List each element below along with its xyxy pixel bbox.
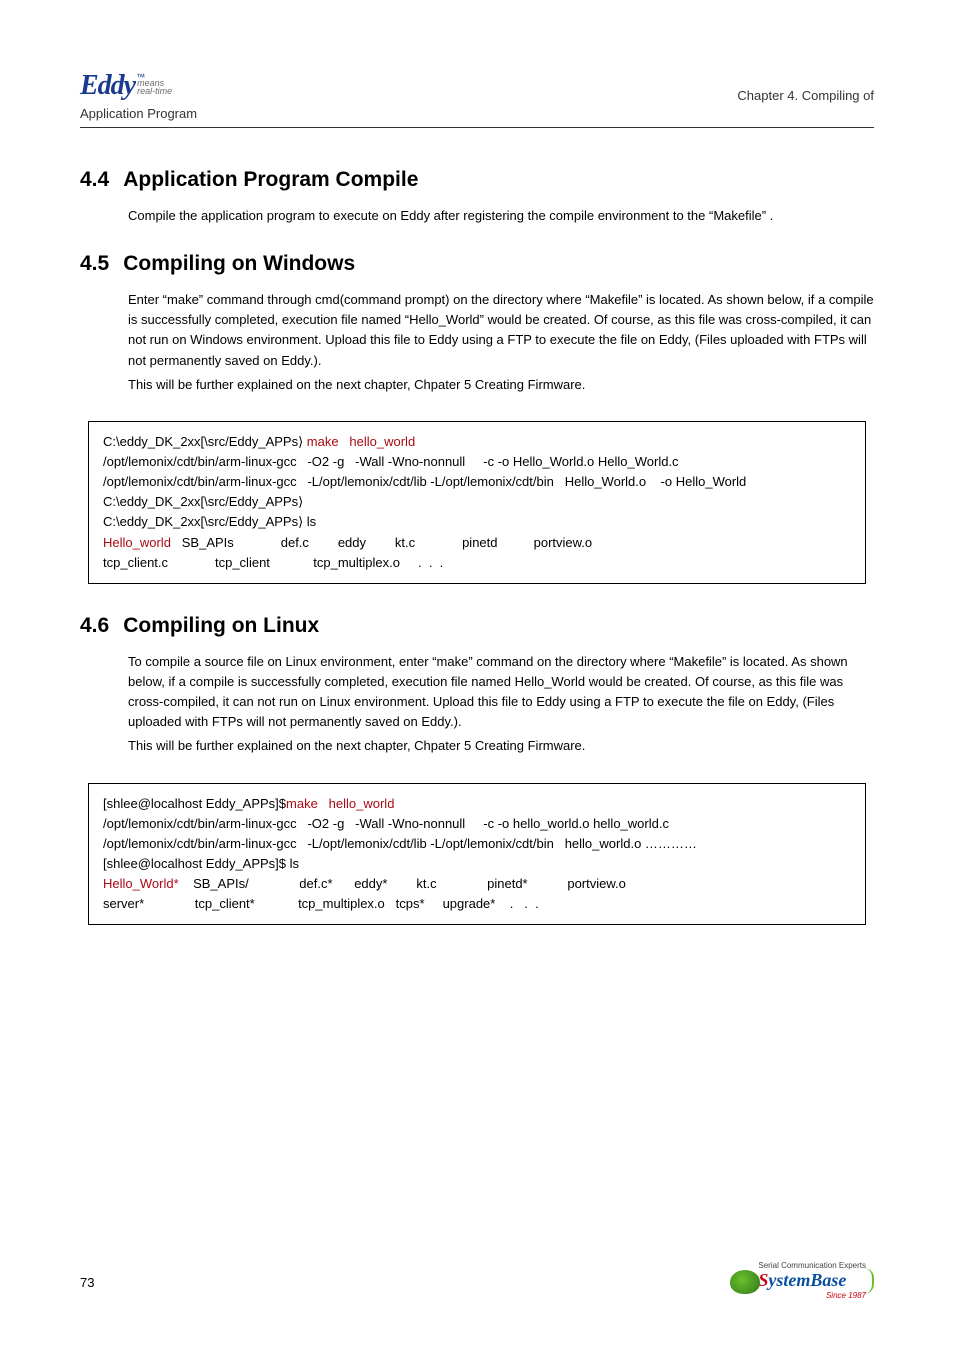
frog-icon [728, 1266, 762, 1296]
logo-name: SystemBase [758, 1270, 846, 1291]
code-highlight: make hello_world [286, 796, 394, 811]
code-line: SB_APIs/ def.c* eddy* kt.c pinetd* portv… [179, 876, 626, 891]
section-4-6-heading: Compiling on Linux [123, 614, 319, 637]
section-4-5-title: 4.5 Compiling on Windows [80, 252, 874, 276]
logo-realtime: real-time [137, 86, 172, 96]
systembase-logo-text: Serial Communication Experts SystemBase … [758, 1261, 866, 1300]
code-line: [shlee@localhost Eddy_APPs]$ [103, 796, 286, 811]
code-line: /opt/lemonix/cdt/bin/arm-linux-gcc -O2 -… [103, 454, 679, 469]
section-4-4-body: Compile the application program to execu… [128, 206, 874, 226]
page-header: Eddy ™ means real-time Application Progr… [80, 70, 874, 128]
chapter-label: Chapter 4. Compiling of [737, 88, 874, 103]
section-4-4-num: 4.4 [80, 168, 109, 191]
swoosh-icon [864, 1268, 874, 1294]
page-number: 73 [80, 1275, 94, 1290]
code-highlight: Hello_World* [103, 876, 179, 891]
section-4-6-body: To compile a source file on Linux enviro… [128, 652, 874, 733]
section-4-4-title: 4.4 Application Program Compile [80, 168, 874, 192]
code-box-linux: [shlee@localhost Eddy_APPs]$make hello_w… [88, 783, 866, 926]
section-4-6-title: 4.6 Compiling on Linux [80, 614, 874, 638]
footer-logo: Serial Communication Experts SystemBase … [728, 1261, 874, 1300]
section-4-5-body2: This will be further explained on the ne… [128, 375, 874, 395]
header-subtitle: Application Program [80, 106, 197, 121]
logo-tagline: Serial Communication Experts [758, 1261, 866, 1270]
logo-text: Eddy [80, 70, 135, 102]
section-4-5-num: 4.5 [80, 252, 109, 275]
code-line: /opt/lemonix/cdt/bin/arm-linux-gcc -O2 -… [103, 816, 669, 831]
logo: Eddy ™ means real-time [80, 70, 197, 102]
code-line: server* tcp_client* tcp_multiplex.o tcps… [103, 896, 539, 911]
logo-since: Since 1987 [826, 1291, 866, 1300]
code-line: C:\eddy_DK_2xx[\src/Eddy_APPs⟩ [103, 434, 307, 449]
code-highlight: make hello_world [307, 434, 415, 449]
section-4-4-heading: Application Program Compile [123, 168, 418, 191]
header-left: Eddy ™ means real-time Application Progr… [80, 70, 197, 121]
code-line: /opt/lemonix/cdt/bin/arm-linux-gcc -L/op… [103, 474, 746, 489]
section-4-6-body2: This will be further explained on the ne… [128, 736, 874, 756]
section-4-5-heading: Compiling on Windows [123, 252, 355, 275]
code-line: C:\eddy_DK_2xx[\src/Eddy_APPs⟩ [103, 494, 303, 509]
code-highlight: Hello_world [103, 535, 171, 550]
code-line: /opt/lemonix/cdt/bin/arm-linux-gcc -L/op… [103, 836, 697, 851]
code-box-windows: C:\eddy_DK_2xx[\src/Eddy_APPs⟩ make hell… [88, 421, 866, 584]
code-line: [shlee@localhost Eddy_APPs]$ ls [103, 856, 299, 871]
code-line: C:\eddy_DK_2xx[\src/Eddy_APPs⟩ ls [103, 514, 316, 529]
section-4-5-body: Enter “make” command through cmd(command… [128, 290, 874, 371]
code-line: tcp_client.c tcp_client tcp_multiplex.o … [103, 555, 443, 570]
code-line: SB_APIs def.c eddy kt.c pinetd portview.… [171, 535, 592, 550]
section-4-6-num: 4.6 [80, 614, 109, 637]
